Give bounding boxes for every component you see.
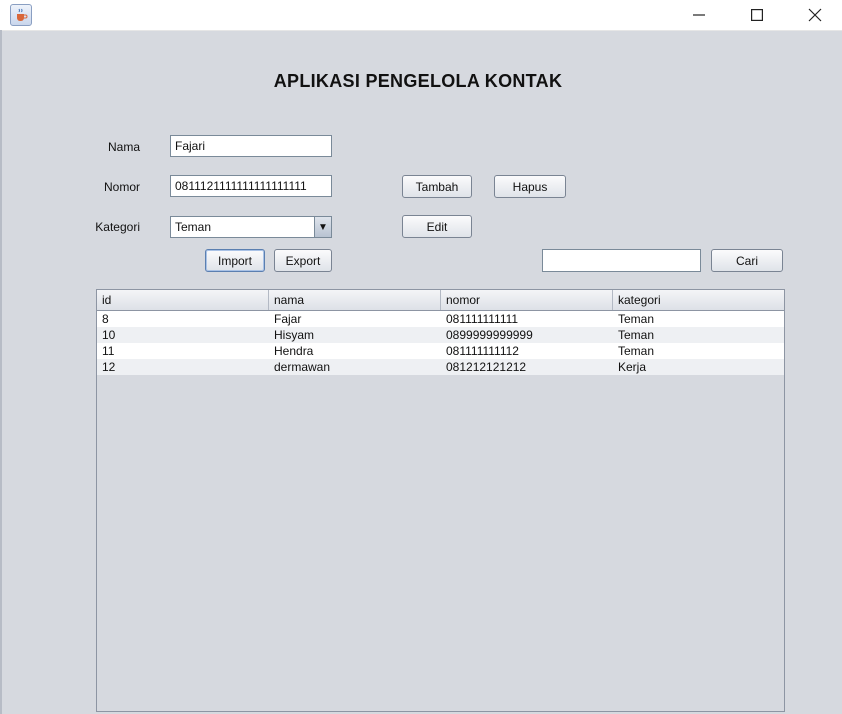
kategori-selected-value: Teman: [175, 220, 212, 234]
close-button[interactable]: [792, 0, 838, 30]
cell-nama: Hendra: [274, 344, 314, 358]
contact-table[interactable]: id nama nomor kategori 8 Fajar 081111111…: [96, 289, 785, 712]
minimize-button[interactable]: [676, 0, 722, 30]
cell-id: 8: [102, 312, 109, 326]
cell-kategori: Teman: [618, 312, 655, 326]
chevron-down-icon[interactable]: ▼: [314, 217, 331, 237]
cell-nomor: 0899999999999: [446, 328, 533, 342]
kategori-select[interactable]: Teman ▼: [170, 216, 332, 238]
nomor-label: Nomor: [103, 180, 140, 194]
search-input[interactable]: [542, 249, 701, 272]
nama-label: Nama: [107, 140, 140, 154]
cell-nama: Hisyam: [274, 328, 315, 342]
cell-kategori: Kerja: [618, 360, 647, 374]
kategori-label: Kategori: [95, 220, 140, 234]
window-edge: [0, 30, 2, 714]
table-body: 8 Fajar 081111111111 Teman 10 Hisyam 089…: [97, 311, 784, 375]
column-header-nomor[interactable]: nomor: [441, 290, 613, 310]
table-row[interactable]: 8 Fajar 081111111111 Teman: [97, 311, 784, 327]
maximize-button[interactable]: [734, 0, 780, 30]
edit-button[interactable]: Edit: [402, 215, 472, 238]
column-header-kategori[interactable]: kategori: [613, 290, 784, 310]
nomor-input[interactable]: [170, 175, 332, 197]
hapus-button[interactable]: Hapus: [494, 175, 566, 198]
table-row[interactable]: 10 Hisyam 0899999999999 Teman: [97, 327, 784, 343]
cell-id: 12: [102, 360, 116, 374]
cell-nomor: 081212121212: [446, 360, 527, 374]
maximize-icon: [751, 9, 763, 21]
cell-nama: Fajar: [274, 312, 302, 326]
nama-input[interactable]: [170, 135, 332, 157]
import-button[interactable]: Import: [205, 249, 265, 272]
cell-id: 10: [102, 328, 116, 342]
cell-kategori: Teman: [618, 328, 655, 342]
cari-button[interactable]: Cari: [711, 249, 783, 272]
column-header-id[interactable]: id: [97, 290, 269, 310]
cell-id: 11: [102, 344, 115, 358]
minimize-icon: [693, 14, 705, 16]
table-row[interactable]: 11 Hendra 081111111112 Teman: [97, 343, 784, 359]
column-header-nama[interactable]: nama: [269, 290, 441, 310]
cell-nomor: 081111111112: [446, 344, 519, 358]
tambah-button[interactable]: Tambah: [402, 175, 472, 198]
close-icon: [808, 8, 822, 22]
cell-nama: dermawan: [274, 360, 331, 374]
table-row[interactable]: 12 dermawan 081212121212 Kerja: [97, 359, 784, 375]
table-header: id nama nomor kategori: [97, 290, 784, 311]
cell-kategori: Teman: [618, 344, 655, 358]
cell-nomor: 081111111111: [446, 312, 519, 326]
app-title: APLIKASI PENGELOLA KONTAK: [273, 71, 563, 91]
java-cup-icon: [10, 4, 32, 26]
export-button[interactable]: Export: [274, 249, 332, 272]
title-bar: [0, 0, 842, 31]
